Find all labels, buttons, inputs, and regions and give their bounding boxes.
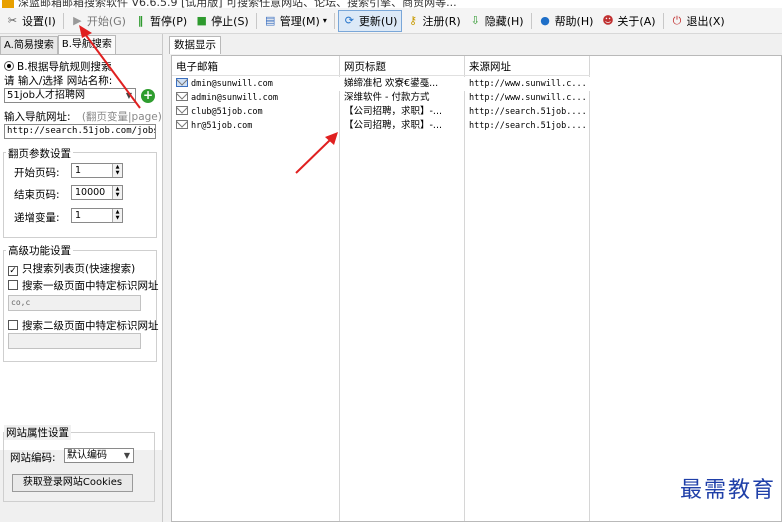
column-header-url[interactable]: 来源网址 (469, 59, 511, 74)
site-prompt-label: 请 输入/选择 网站名称: (4, 75, 113, 87)
table-row[interactable]: admin@sunwill.com 深维软件 - 付款方式 http://www… (172, 91, 590, 105)
title-cell: 娣缔准杞 欢寮€鍙戞... (344, 78, 439, 89)
radio-icon (4, 61, 14, 71)
column-header-title[interactable]: 网页标题 (344, 59, 386, 74)
tab-simple-search[interactable]: A.简易搜索 (0, 36, 58, 54)
grid-header: 电子邮箱 网页标题 来源网址 (172, 56, 590, 76)
title-cell: 【公司招聘，求职】-... (344, 106, 442, 117)
toolbar: ✂ 设置(I) ▶ 开始(G) ‖ 暂停(P) ■ 停止(S) ▤ 管理(M) … (0, 8, 782, 34)
level2-checkbox[interactable]: 搜索二级页面中特定标识网址 (8, 318, 159, 333)
toolbar-separator (255, 12, 257, 29)
email-cell: club@51job.com (176, 105, 336, 119)
paging-group-title: 翻页参数设置 (6, 146, 73, 161)
results-grid: 电子邮箱 网页标题 来源网址 dmin@sunwill.com 娣缔准杞 欢寮€… (171, 55, 782, 522)
start-page-label: 开始页码: (14, 167, 60, 179)
mail-icon (176, 106, 188, 115)
url-cell: http://search.51job.... (469, 107, 587, 117)
nav-url-input[interactable]: http://search.51job.com/jobse (4, 124, 156, 139)
site-props-group-title: 网站属性设置 (4, 425, 71, 440)
add-site-button[interactable]: + (141, 89, 155, 103)
update-button[interactable]: ⟳ 更新(U) (337, 9, 403, 32)
watermark: 最需教育 (679, 478, 776, 503)
stop-button[interactable]: ■ 停止(S) (191, 10, 253, 32)
table-row[interactable]: club@51job.com 【公司招聘，求职】-... http://sear… (172, 105, 590, 119)
about-button[interactable]: ☻ 关于(A) (597, 10, 659, 32)
email-cell: admin@sunwill.com (176, 91, 336, 105)
title-cell: 深维软件 - 付款方式 (344, 92, 430, 103)
exit-icon: ⏻ (672, 14, 682, 27)
level1-checkbox[interactable]: 搜索一级页面中特定标识网址 (8, 278, 159, 293)
start-page-input[interactable]: 1 ▲ ▼ (71, 163, 123, 178)
exit-button[interactable]: ⏻ 退出(X) (667, 10, 729, 32)
pause-icon: ‖ (137, 14, 144, 27)
nav-url-label: 输入导航网址: (翻页变量|page) (4, 111, 162, 123)
nav-rule-radio[interactable]: B.根据导航规则搜索 (4, 59, 112, 74)
title-bar: 深蓝邮箱邮箱搜索软件 V6.6.5.9 [试用版] 可搜索任意网站、论坛、搜索引… (0, 0, 782, 8)
table-row[interactable]: hr@51job.com 【公司招聘，求职】-... http://search… (172, 119, 590, 133)
email-cell: dmin@sunwill.com (176, 77, 336, 91)
end-page-input[interactable]: 10000 ▲ ▼ (71, 185, 123, 200)
level2-pattern-input[interactable] (8, 333, 141, 349)
url-cell: http://www.sunwill.c... (469, 79, 587, 89)
title-cell: 【公司招聘，求职】-... (344, 120, 442, 131)
checkbox-icon (8, 280, 18, 290)
search-mode-tabs: A.简易搜索 B.导航搜索 (0, 35, 116, 54)
level1-pattern-input[interactable]: co,c (8, 295, 141, 311)
chevron-down-icon: ▼ (123, 451, 131, 460)
stop-icon: ■ (196, 14, 207, 27)
help-button[interactable]: ● 帮助(H) (535, 10, 598, 32)
step-label: 递增变量: (14, 212, 60, 224)
tab-data-display[interactable]: 数据显示 (169, 36, 221, 54)
nav-search-panel: B.根据导航规则搜索 请 输入/选择 网站名称: 51job人才招聘网 ▼ + … (0, 54, 162, 450)
right-panel: 数据显示 电子邮箱 网页标题 来源网址 dmin@sunwill.com 娣缔准… (164, 34, 782, 522)
mail-icon (176, 92, 188, 101)
register-button[interactable]: ⚷ 注册(R) (402, 10, 464, 32)
encoding-select[interactable]: 默认编码 ▼ (64, 448, 134, 463)
mail-icon (176, 78, 188, 87)
mail-icon (176, 120, 188, 129)
list-only-checkbox[interactable]: ✓ 只搜索列表页(快速搜索) (8, 261, 135, 276)
help-icon: ● (540, 14, 550, 27)
app-icon (2, 0, 14, 8)
spinner-arrows-icon[interactable]: ▲ ▼ (112, 209, 122, 222)
document-icon: ▤ (265, 14, 276, 27)
url-cell: http://www.sunwill.c... (469, 93, 587, 103)
toolbar-separator (662, 12, 664, 29)
people-icon: ☻ (602, 14, 614, 27)
download-icon: ⇩ (470, 14, 480, 27)
wrench-icon: ✂ (7, 14, 18, 27)
site-select[interactable]: 51job人才招聘网 ▼ (4, 88, 136, 103)
window-title: 深蓝邮箱邮箱搜索软件 V6.6.5.9 [试用版] 可搜索任意网站、论坛、搜索引… (18, 0, 457, 8)
encoding-label: 网站编码: (10, 452, 56, 464)
tab-nav-search[interactable]: B.导航搜索 (57, 35, 116, 54)
url-cell: http://search.51job.... (469, 121, 587, 131)
left-panel: A.简易搜索 B.导航搜索 B.根据导航规则搜索 请 输入/选择 网站名称: 5… (0, 34, 163, 522)
hide-button[interactable]: ⇩ 隐藏(H) (465, 10, 528, 32)
spinner-arrows-icon[interactable]: ▲ ▼ (112, 186, 122, 199)
email-cell: hr@51job.com (176, 119, 336, 133)
advanced-group-title: 高级功能设置 (6, 243, 73, 258)
chevron-down-icon: ▾ (322, 16, 327, 25)
manage-button[interactable]: ▤ 管理(M) ▾ (260, 10, 331, 32)
start-button[interactable]: ▶ 开始(G) (67, 10, 130, 32)
toolbar-separator (333, 12, 335, 29)
get-cookies-button[interactable]: 获取登录网站Cookies (12, 474, 133, 492)
settings-button[interactable]: ✂ 设置(I) (2, 10, 60, 32)
checkbox-icon (8, 320, 18, 330)
column-header-email[interactable]: 电子邮箱 (176, 59, 218, 74)
step-input[interactable]: 1 ▲ ▼ (71, 208, 123, 223)
chevron-down-icon: ▼ (125, 91, 133, 100)
table-row[interactable]: dmin@sunwill.com 娣缔准杞 欢寮€鍙戞... http://ww… (172, 77, 590, 91)
toolbar-separator (530, 12, 532, 29)
end-page-label: 结束页码: (14, 189, 60, 201)
check-icon: ✓ (8, 266, 18, 276)
play-icon: ▶ (73, 14, 82, 27)
toolbar-separator (62, 12, 64, 29)
key-icon: ⚷ (408, 14, 417, 27)
pause-button[interactable]: ‖ 暂停(P) (130, 10, 191, 32)
update-icon: ⟳ (344, 14, 354, 27)
spinner-arrows-icon[interactable]: ▲ ▼ (112, 164, 122, 177)
